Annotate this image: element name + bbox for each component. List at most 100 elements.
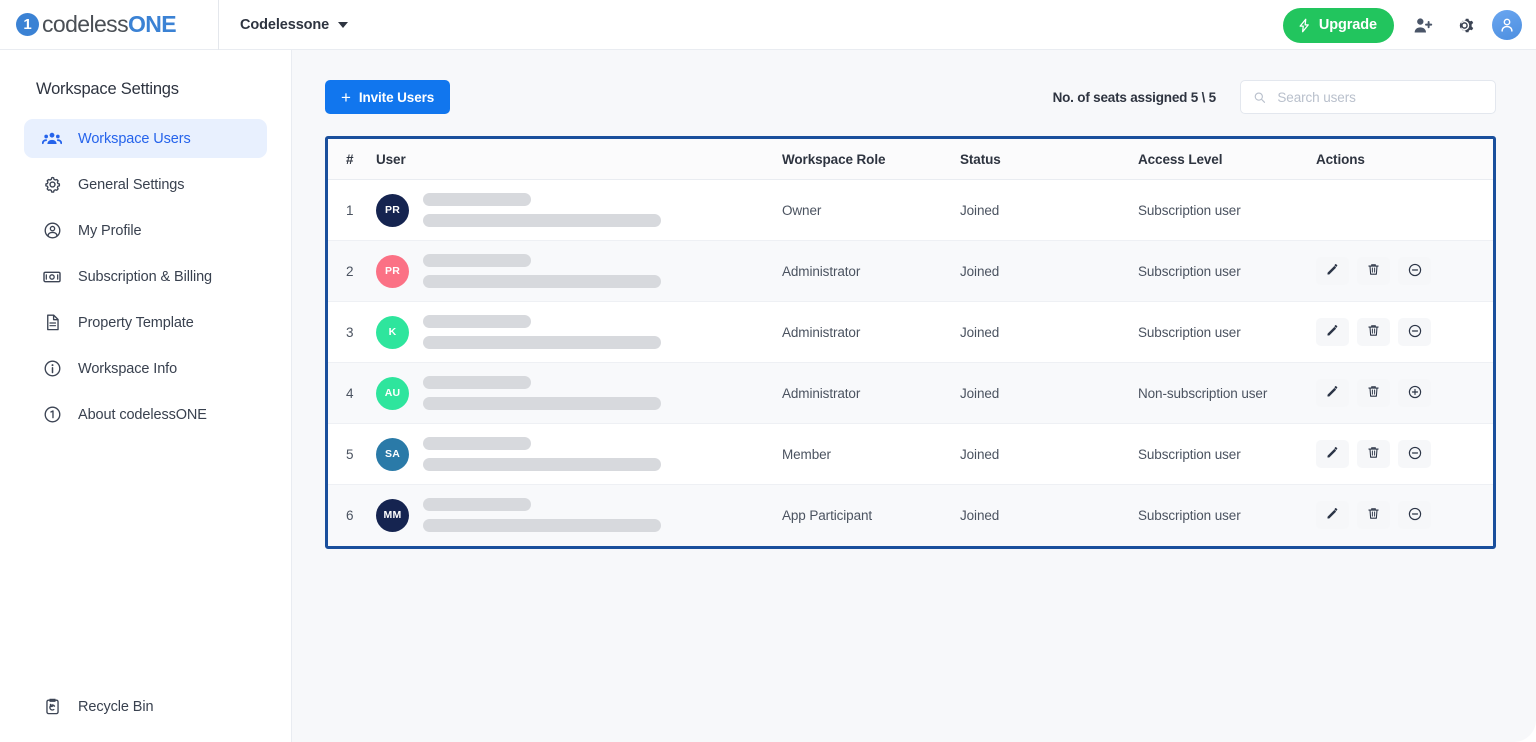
recycle-bin-icon (42, 697, 62, 717)
sidebar-item-workspace-info[interactable]: Workspace Info (24, 349, 267, 388)
sidebar-item-workspace-users[interactable]: Workspace Users (24, 119, 267, 158)
toolbar-right: No. of seats assigned 5 \ 5 (1053, 80, 1496, 114)
edit-icon (1325, 445, 1340, 463)
sidebar-item-label: Property Template (78, 314, 194, 331)
row-access-level: Subscription user (1138, 324, 1241, 340)
row-number: 2 (346, 263, 354, 279)
settings-button[interactable] (1450, 11, 1478, 39)
user-name-redacted (423, 315, 531, 328)
sidebar-nav: Workspace Users General Settings My Prof… (0, 119, 291, 434)
column-header-status: Status (960, 152, 1001, 167)
toolbar: + Invite Users No. of seats assigned 5 \… (325, 80, 1496, 114)
sidebar-item-recycle-bin[interactable]: Recycle Bin (24, 687, 268, 726)
plus-icon: + (341, 87, 351, 107)
row-number: 3 (346, 324, 354, 340)
delete-button[interactable] (1357, 440, 1390, 468)
minus-circle-icon (1407, 506, 1423, 525)
sidebar-item-general-settings[interactable]: General Settings (24, 165, 267, 204)
minus-circle-button[interactable] (1398, 318, 1431, 346)
info-circle-icon (42, 359, 62, 379)
user-email-redacted (423, 275, 661, 288)
avatar: MM (376, 498, 409, 532)
minus-circle-button[interactable] (1398, 257, 1431, 285)
codeless-one-logo-icon: 1 (16, 13, 39, 36)
logo-text: codelessONE (42, 11, 177, 37)
top-bar: 1 codelessONE Codelessone Upgrade (0, 0, 1536, 50)
sidebar-item-my-profile[interactable]: My Profile (24, 211, 267, 250)
delete-icon (1366, 445, 1381, 463)
sidebar-item-label: General Settings (78, 176, 185, 193)
delete-icon (1366, 262, 1381, 280)
row-user: PR (376, 241, 782, 302)
edit-icon (1325, 323, 1340, 341)
table-row[interactable]: 2 PR Administrator Joined Subscription u… (328, 240, 1493, 302)
row-status: Joined (960, 202, 1000, 218)
edit-button[interactable] (1316, 318, 1349, 346)
table-row[interactable]: 5 SA Member Joined Subscription user (328, 424, 1493, 485)
row-status: Joined (960, 446, 1000, 462)
column-header-user: User (376, 152, 406, 167)
edit-icon (1325, 506, 1340, 524)
sidebar-item-label: Workspace Users (78, 130, 191, 147)
search-input[interactable] (1277, 89, 1483, 105)
row-actions (1316, 363, 1493, 424)
gear-icon (1459, 18, 1473, 32)
search-users-box[interactable] (1240, 80, 1496, 114)
table-row[interactable]: 1 PR Owner Joined Subscription user (328, 180, 1493, 241)
row-access-level: Non-subscription user (1138, 385, 1268, 401)
add-user-icon (1414, 17, 1432, 32)
table-row[interactable]: 6 MM App Participant Joined Subscription… (328, 484, 1493, 546)
row-status: Joined (960, 324, 1000, 340)
avatar: K (376, 315, 409, 349)
table-row[interactable]: 4 AU Administrator Joined Non-subscripti… (328, 362, 1493, 424)
edit-button[interactable] (1316, 501, 1349, 530)
delete-button[interactable] (1357, 257, 1390, 285)
edit-button[interactable] (1316, 379, 1349, 407)
sidebar-item-about-codelessone[interactable]: About codelessONE (24, 395, 267, 434)
row-user: AU (376, 363, 782, 424)
app-window: 1 codelessONE Codelessone Upgrade Worksp… (0, 0, 1536, 742)
minus-circle-button[interactable] (1398, 501, 1431, 530)
plus-circle-button[interactable] (1398, 379, 1431, 407)
gear-icon (42, 175, 62, 195)
table-header-row: # User Workspace Role Status Access Leve… (328, 139, 1493, 180)
chevron-down-icon (338, 21, 349, 28)
table-row[interactable]: 3 K Administrator Joined Subscription us… (328, 302, 1493, 363)
workspace-selector[interactable]: Codelessone (240, 17, 349, 33)
row-access-level: Subscription user (1138, 507, 1241, 523)
user-email-redacted (423, 336, 661, 349)
sidebar-item-subscription-billing[interactable]: Subscription & Billing (24, 257, 267, 296)
user-email-redacted (423, 519, 661, 533)
delete-button[interactable] (1357, 379, 1390, 407)
upgrade-button[interactable]: Upgrade (1282, 7, 1394, 43)
minus-circle-icon (1407, 445, 1423, 464)
logo-text-secondary: ONE (127, 11, 177, 37)
minus-circle-button[interactable] (1398, 440, 1431, 468)
delete-icon (1366, 384, 1381, 402)
column-header-number: # (346, 152, 354, 167)
logo-mark-digit: 1 (23, 16, 32, 33)
user-name-redacted (423, 254, 531, 267)
row-actions (1316, 302, 1493, 363)
account-avatar-button[interactable] (1492, 10, 1522, 40)
table-body: 1 PR Owner Joined Subscription user 2 PR (328, 180, 1493, 546)
delete-button[interactable] (1357, 501, 1390, 530)
sidebar-item-label: Subscription & Billing (78, 268, 213, 285)
edit-button[interactable] (1316, 257, 1349, 285)
delete-button[interactable] (1357, 318, 1390, 346)
invite-users-button[interactable]: + Invite Users (325, 80, 451, 114)
user-name-redacted (423, 437, 531, 450)
column-header-access-level: Access Level (1138, 152, 1223, 167)
edit-button[interactable] (1316, 440, 1349, 468)
invite-users-button-label: Invite Users (358, 89, 435, 105)
row-workspace-role: App Participant (782, 507, 873, 523)
add-user-button[interactable] (1408, 11, 1436, 39)
sidebar-item-label: My Profile (78, 222, 142, 239)
sidebar-item-property-template[interactable]: Property Template (24, 303, 267, 342)
top-bar-actions: Upgrade (1282, 0, 1522, 50)
app-logo[interactable]: 1 codelessONE (0, 0, 219, 50)
row-workspace-role: Administrator (782, 263, 861, 279)
sidebar-item-label: About codelessONE (78, 406, 207, 423)
user-name-redacted (423, 193, 531, 206)
search-icon (1254, 91, 1266, 103)
